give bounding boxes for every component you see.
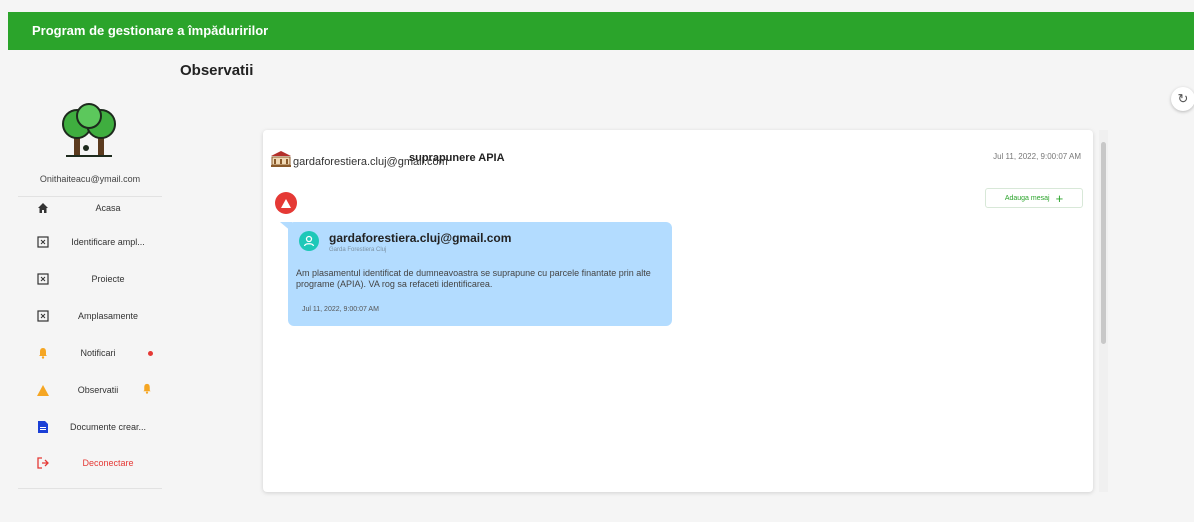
sidebar-item-deconectare[interactable]: Deconectare <box>18 451 162 475</box>
sidebar-item-amplasamente[interactable]: Amplasamente <box>18 304 162 328</box>
map-marker-icon <box>36 309 50 323</box>
sidebar-item-label: Acasa <box>95 203 121 213</box>
add-message-button[interactable]: Adauga mesaj + <box>985 188 1083 208</box>
sidebar-item-label: Amplasamente <box>77 311 139 321</box>
sidebar: Onithaiteacu@ymail.com Acasa Identificar… <box>18 90 162 489</box>
sidebar-item-label: Observatii <box>77 385 119 395</box>
message-author-org: Garda Forestiera Cluj <box>329 247 387 253</box>
sidebar-item-label: Deconectare <box>82 458 134 468</box>
home-icon <box>36 201 50 215</box>
refresh-button[interactable]: ↻ <box>1171 87 1194 111</box>
app-bar: Program de gestionare a împăduririlor <box>8 12 1194 50</box>
logout-icon <box>36 456 50 470</box>
message-date: Jul 11, 2022, 9:00:07 AM <box>302 306 379 313</box>
notification-dot <box>148 350 153 356</box>
map-marker-icon <box>36 235 50 249</box>
message-text: Am plasamentul identificat de dumneavoas… <box>296 268 651 289</box>
institution-icon <box>271 151 291 172</box>
sender-row: gardaforestiera.cluj@gmail.com <box>271 151 448 172</box>
sidebar-item-acasa[interactable]: Acasa <box>18 196 162 220</box>
sidebar-item-documente[interactable]: Documente crear... <box>18 415 162 439</box>
sender-email: gardaforestiera.cluj@gmail.com <box>293 155 448 168</box>
sidebar-item-observatii[interactable]: Observatii <box>18 378 162 402</box>
sidebar-item-proiecte[interactable]: Proiecte <box>18 267 162 291</box>
warning-icon <box>36 383 50 397</box>
sidebar-item-label: Identificare ampl... <box>71 237 145 247</box>
refresh-icon: ↻ <box>1177 91 1189 106</box>
page-title: Observatii <box>180 62 254 79</box>
message-author-email: gardaforestiera.cluj@gmail.com <box>329 231 512 245</box>
observation-panel: suprapunere APIA Jul 11, 2022, 9:00:07 A… <box>263 130 1093 492</box>
sidebar-item-notificari[interactable]: Notificari <box>18 341 162 365</box>
plus-icon: + <box>1055 190 1064 206</box>
sidebar-item-identificare[interactable]: Identificare ampl... <box>18 230 162 254</box>
observation-date: Jul 11, 2022, 9:00:07 AM <box>993 152 1081 161</box>
sidebar-item-label: Notificari <box>80 348 116 358</box>
alert-icon <box>275 192 297 214</box>
user-email: Onithaiteacu@ymail.com <box>39 174 141 184</box>
sidebar-divider <box>18 488 162 489</box>
add-message-label: Adauga mesaj <box>1004 194 1050 202</box>
avatar <box>299 231 319 251</box>
scrollbar-thumb[interactable] <box>1101 142 1106 344</box>
sidebar-item-label: Documente crear... <box>69 422 147 432</box>
document-icon <box>36 420 50 434</box>
app-title: Program de gestionare a împăduririlor <box>32 23 269 38</box>
forest-logo <box>62 103 116 157</box>
sidebar-item-label: Proiecte <box>91 274 125 284</box>
message-bubble: gardaforestiera.cluj@gmail.com Garda For… <box>288 222 672 326</box>
warning-badge-icon <box>142 381 152 399</box>
bell-icon <box>36 346 50 360</box>
map-marker-icon <box>36 272 50 286</box>
